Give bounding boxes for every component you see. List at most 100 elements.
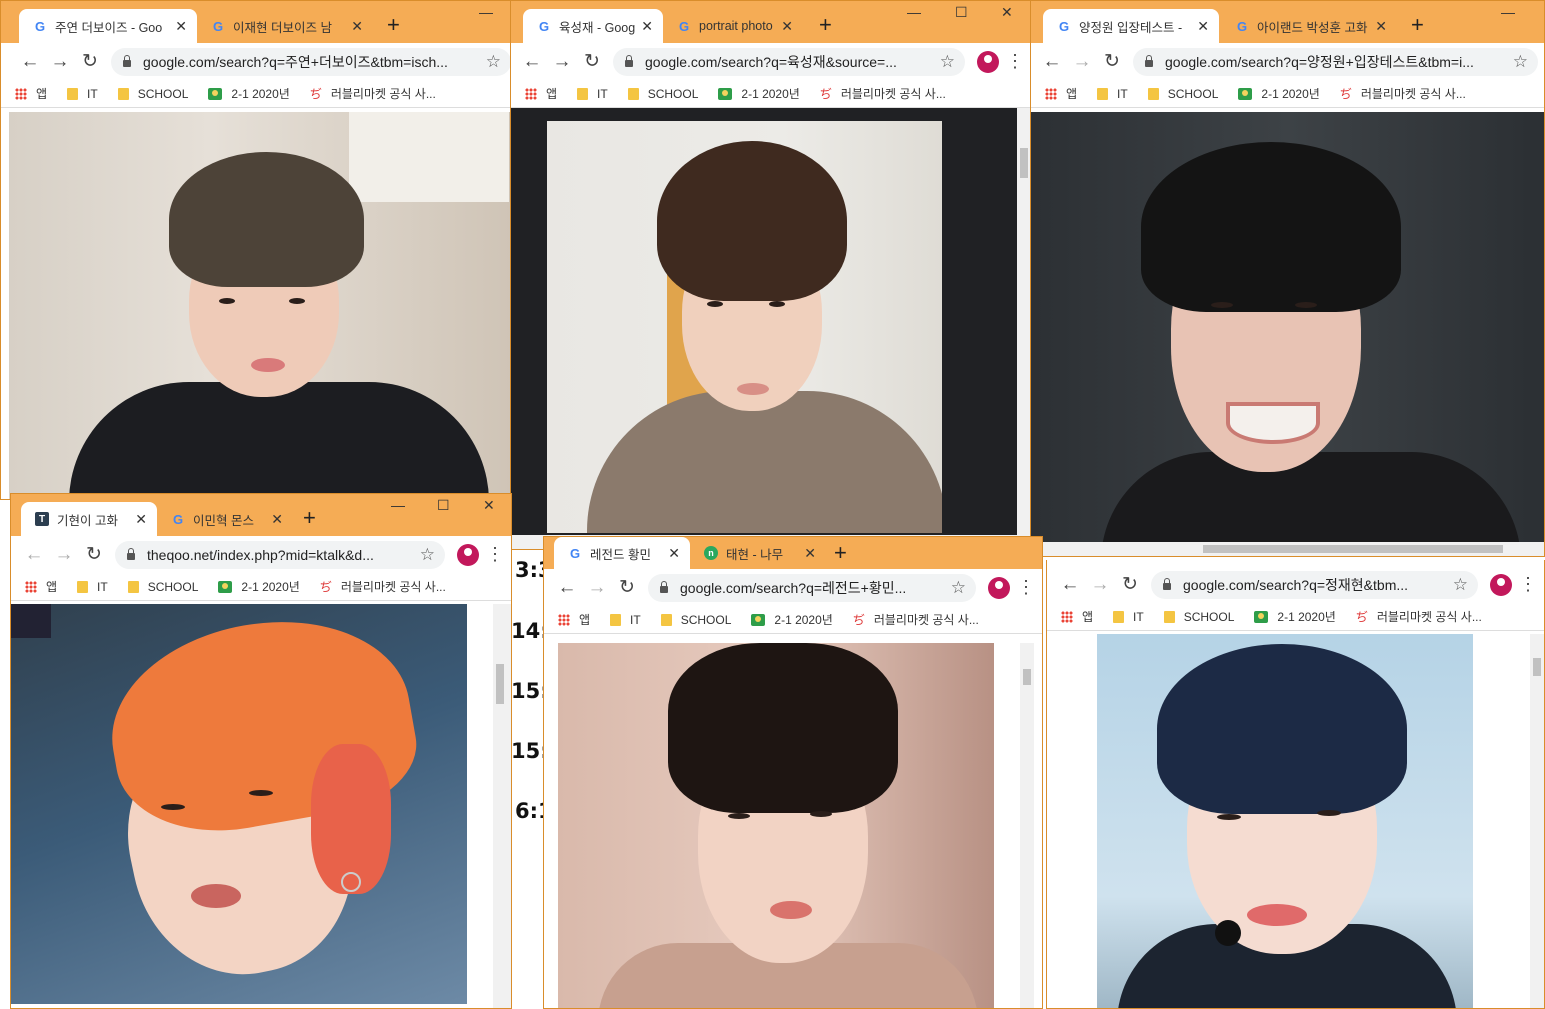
close-icon[interactable]: ✕ <box>175 18 187 35</box>
tab-inactive[interactable]: G 이재현 더보이즈 남 ✕ <box>197 9 373 43</box>
star-icon[interactable]: ☆ <box>940 52 955 72</box>
arrow-right-icon[interactable]: → <box>547 51 577 73</box>
arrow-left-icon[interactable]: ← <box>552 577 582 599</box>
close-icon[interactable]: ✕ <box>351 18 363 35</box>
avatar[interactable] <box>977 50 999 73</box>
scrollbar-thumb[interactable] <box>496 664 504 704</box>
vertical-scrollbar[interactable] <box>493 604 511 1008</box>
bookmark-lovely-market[interactable]: ぢ 러블리마켓 공식 사... <box>310 85 436 102</box>
bookmark-lovely-market[interactable]: ぢ 러블리마켓 공식 사... <box>1356 608 1482 625</box>
arrow-left-icon[interactable]: ← <box>1055 574 1085 596</box>
close-icon[interactable]: ✕ <box>781 18 793 35</box>
arrow-left-icon[interactable]: ← <box>15 51 45 73</box>
arrow-right-icon[interactable]: → <box>49 544 79 566</box>
address-bar[interactable]: google.com/search?q=정재현&tbm... ☆ <box>1151 570 1478 599</box>
address-bar[interactable]: theqoo.net/index.php?mid=ktalk&d... ☆ <box>115 540 445 569</box>
scrollbar-thumb[interactable] <box>1533 658 1541 676</box>
bookmark-apps[interactable]: 앱 <box>25 578 57 595</box>
bookmark-school[interactable]: SCHOOL <box>1163 610 1234 624</box>
reload-icon[interactable]: ↻ <box>1097 50 1127 73</box>
close-icon[interactable]: ✕ <box>483 498 495 512</box>
avatar[interactable] <box>457 543 479 566</box>
reload-icon[interactable]: ↻ <box>75 50 105 73</box>
bookmark-it[interactable]: IT <box>1113 610 1144 624</box>
bookmark-apps[interactable]: 앱 <box>558 611 590 628</box>
kebab-menu-icon[interactable]: ⋮ <box>485 544 505 565</box>
vertical-scrollbar[interactable] <box>1530 634 1544 1008</box>
avatar[interactable] <box>988 576 1010 599</box>
minimize-icon[interactable]: — <box>391 498 405 512</box>
arrow-right-icon[interactable]: → <box>1067 51 1097 73</box>
scrollbar-thumb[interactable] <box>1023 669 1031 685</box>
bookmark-classroom[interactable]: 2-1 2020년 <box>1254 608 1336 625</box>
bookmark-apps[interactable]: 앱 <box>15 85 47 102</box>
portrait-photo[interactable] <box>1031 112 1544 542</box>
close-icon[interactable]: ✕ <box>271 511 283 528</box>
plus-icon[interactable]: + <box>819 11 832 39</box>
star-icon[interactable]: ☆ <box>486 52 501 72</box>
close-icon[interactable]: ✕ <box>1001 5 1013 19</box>
bookmark-it[interactable]: IT <box>67 87 98 101</box>
arrow-right-icon[interactable]: → <box>45 51 75 73</box>
maximize-icon[interactable]: ☐ <box>955 5 968 19</box>
close-icon[interactable]: ✕ <box>641 18 653 35</box>
close-icon[interactable]: ✕ <box>668 545 680 562</box>
reload-icon[interactable]: ↻ <box>577 50 607 73</box>
bookmark-it[interactable]: IT <box>577 87 608 101</box>
bookmark-lovely-market[interactable]: ぢ 러블리마켓 공식 사... <box>1340 85 1466 102</box>
star-icon[interactable]: ☆ <box>951 578 966 598</box>
bookmark-lovely-market[interactable]: ぢ 러블리마켓 공식 사... <box>853 611 979 628</box>
arrow-left-icon[interactable]: ← <box>517 51 547 73</box>
tab-active[interactable]: G 육성재 - Goog ✕ <box>523 9 663 43</box>
star-icon[interactable]: ☆ <box>1513 52 1528 72</box>
tab-inactive[interactable]: n 태현 - 나무 ✕ <box>690 537 826 569</box>
bookmark-classroom[interactable]: 2-1 2020년 <box>208 85 290 102</box>
reload-icon[interactable]: ↻ <box>1115 573 1145 596</box>
bookmark-it[interactable]: IT <box>610 613 641 627</box>
bookmark-classroom[interactable]: 2-1 2020년 <box>718 85 800 102</box>
portrait-photo[interactable] <box>558 643 994 1008</box>
scrollbar-thumb[interactable] <box>1203 545 1503 553</box>
bookmark-school[interactable]: SCHOOL <box>117 87 188 101</box>
bookmark-apps[interactable]: 앱 <box>525 85 557 102</box>
minimize-icon[interactable]: — <box>1501 5 1515 19</box>
bookmark-school[interactable]: SCHOOL <box>1147 87 1218 101</box>
portrait-photo[interactable] <box>11 604 467 1004</box>
arrow-right-icon[interactable]: → <box>1085 574 1115 596</box>
reload-icon[interactable]: ↻ <box>612 576 642 599</box>
minimize-icon[interactable]: — <box>479 5 493 19</box>
arrow-left-icon[interactable]: ← <box>19 544 49 566</box>
address-bar[interactable]: google.com/search?q=주연+더보이즈&tbm=isch... … <box>111 47 511 76</box>
bookmark-it[interactable]: IT <box>1097 87 1128 101</box>
bookmark-apps[interactable]: 앱 <box>1045 85 1077 102</box>
horizontal-scrollbar[interactable] <box>1031 542 1544 556</box>
minimize-icon[interactable]: — <box>907 5 921 19</box>
plus-icon[interactable]: + <box>834 539 847 567</box>
bookmark-school[interactable]: SCHOOL <box>627 87 698 101</box>
portrait-photo[interactable] <box>9 112 511 499</box>
bookmark-classroom[interactable]: 2-1 2020년 <box>1238 85 1320 102</box>
plus-icon[interactable]: + <box>303 504 316 532</box>
portrait-photo[interactable] <box>1097 634 1473 1008</box>
close-icon[interactable]: ✕ <box>804 545 816 562</box>
address-bar[interactable]: google.com/search?q=레전드+황민... ☆ <box>648 573 976 602</box>
bookmark-it[interactable]: IT <box>77 580 108 594</box>
bookmark-apps[interactable]: 앱 <box>1061 608 1093 625</box>
bookmark-school[interactable]: SCHOOL <box>660 613 731 627</box>
bookmark-lovely-market[interactable]: ぢ 러블리마켓 공식 사... <box>820 85 946 102</box>
avatar[interactable] <box>1490 573 1512 596</box>
tab-active[interactable]: G 양정원 입장테스트 - ✕ <box>1043 9 1219 43</box>
tab-inactive[interactable]: G portrait photo ✕ <box>663 9 803 43</box>
bookmark-lovely-market[interactable]: ぢ 러블리마켓 공식 사... <box>320 578 446 595</box>
scrollbar-thumb[interactable] <box>1020 148 1028 178</box>
maximize-icon[interactable]: ☐ <box>437 498 450 512</box>
close-icon[interactable]: ✕ <box>1375 18 1387 35</box>
plus-icon[interactable]: + <box>1411 11 1424 39</box>
close-icon[interactable]: ✕ <box>135 511 147 528</box>
tab-active[interactable]: G 레전드 황민 ✕ <box>554 537 690 569</box>
vertical-scrollbar[interactable] <box>1017 108 1031 549</box>
kebab-menu-icon[interactable]: ⋮ <box>1518 574 1538 595</box>
bookmark-school[interactable]: SCHOOL <box>127 580 198 594</box>
arrow-right-icon[interactable]: → <box>582 577 612 599</box>
star-icon[interactable]: ☆ <box>420 545 435 565</box>
